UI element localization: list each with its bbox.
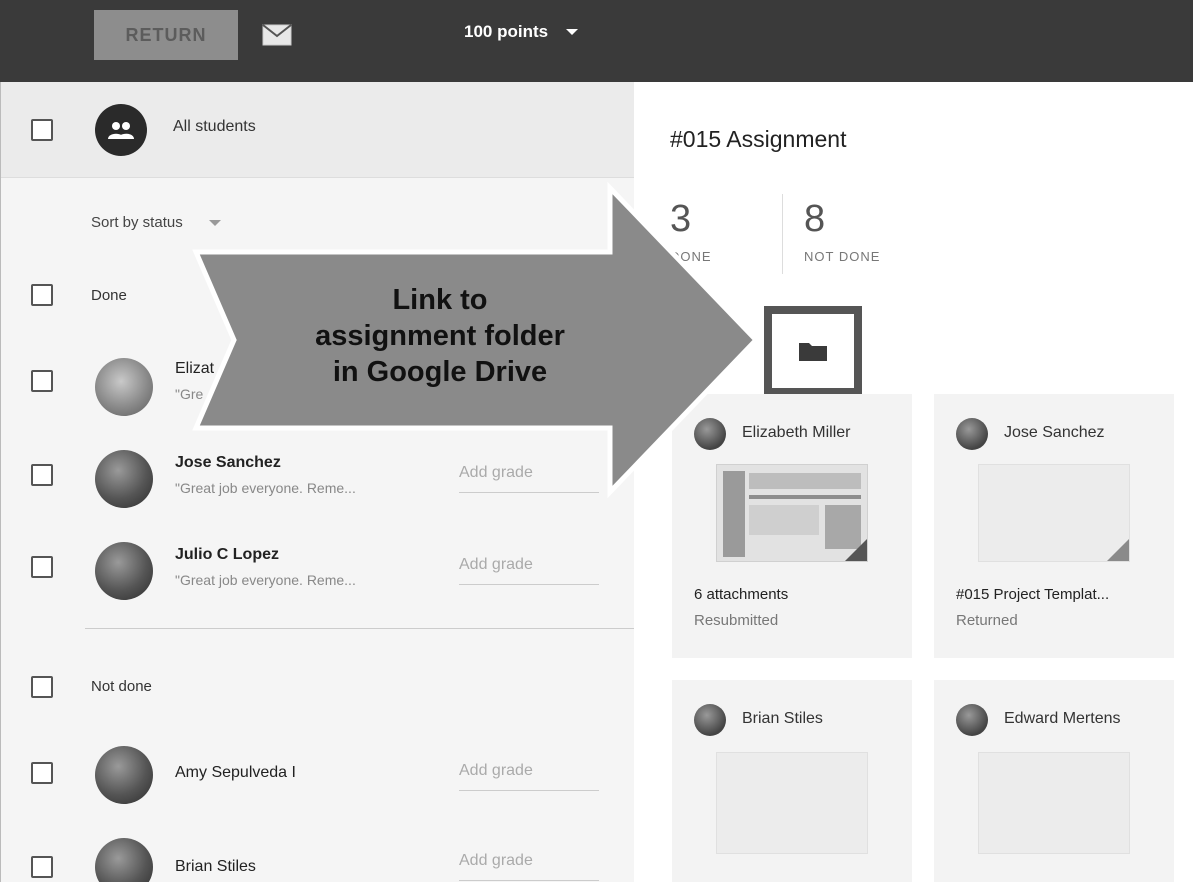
student-checkbox[interactable] xyxy=(31,762,53,784)
group-icon xyxy=(95,104,147,156)
callout-line: Link to xyxy=(392,284,488,316)
callout-line: in Google Drive xyxy=(332,356,548,388)
not-done-label: NOT DONE xyxy=(804,249,881,264)
submission-card[interactable]: Edward Mertens xyxy=(934,680,1174,882)
all-students-checkbox[interactable] xyxy=(31,119,53,141)
submission-card[interactable]: Brian Stiles xyxy=(672,680,912,882)
assignment-title: #015 Assignment xyxy=(670,126,847,152)
done-section-label: Done xyxy=(91,287,127,304)
callout-text: Link to assignment folder in Google Driv… xyxy=(250,282,630,390)
submission-detail: #015 Project Templat... xyxy=(956,586,1110,603)
doc-corner-icon xyxy=(845,539,867,561)
doc-corner-icon xyxy=(1107,539,1129,561)
grade-input[interactable]: Add grade xyxy=(459,852,599,881)
student-checkbox[interactable] xyxy=(31,370,53,392)
mail-icon[interactable] xyxy=(262,24,292,46)
student-comment: "Great job everyone. Reme... xyxy=(175,572,356,588)
avatar xyxy=(95,746,153,804)
student-name: Brian Stiles xyxy=(175,858,256,875)
avatar xyxy=(95,838,153,882)
submission-status: Returned xyxy=(956,612,1018,629)
not-done-section-label: Not done xyxy=(91,678,152,695)
submission-detail: 6 attachments xyxy=(694,586,789,603)
return-button[interactable]: RETURN xyxy=(94,10,238,60)
student-checkbox[interactable] xyxy=(31,556,53,578)
submission-student-name: Edward Mertens xyxy=(1004,710,1121,727)
stat-divider xyxy=(782,194,783,274)
submission-student-name: Jose Sanchez xyxy=(1004,424,1105,441)
done-section-checkbox[interactable] xyxy=(31,284,53,306)
submission-card[interactable]: Jose Sanchez #015 Project Templat... Ret… xyxy=(934,394,1174,658)
top-toolbar: RETURN 100 points xyxy=(0,0,1193,82)
not-done-stat[interactable]: 8 NOT DONE xyxy=(804,198,880,264)
avatar xyxy=(956,418,988,450)
section-divider xyxy=(85,628,635,629)
student-checkbox[interactable] xyxy=(31,856,53,878)
folder-icon xyxy=(799,343,827,361)
all-students-label: All students xyxy=(173,118,256,135)
submission-student-name: Brian Stiles xyxy=(742,710,823,727)
student-checkbox[interactable] xyxy=(31,464,53,486)
student-name: Amy Sepulveda I xyxy=(175,764,296,781)
student-name: Julio C Lopez xyxy=(175,546,279,563)
avatar xyxy=(694,704,726,736)
attachment-thumbnail[interactable] xyxy=(978,752,1130,854)
callout-line: assignment folder xyxy=(315,320,565,352)
not-done-count: 8 xyxy=(804,198,826,240)
all-students-row[interactable]: All students xyxy=(1,82,635,178)
not-done-section-checkbox[interactable] xyxy=(31,676,53,698)
grade-input[interactable]: Add grade xyxy=(459,762,599,791)
caret-down-icon xyxy=(566,29,579,35)
attachment-thumbnail[interactable] xyxy=(716,752,868,854)
points-dropdown[interactable]: 100 points xyxy=(464,22,579,42)
avatar xyxy=(95,542,153,600)
sort-label: Sort by status xyxy=(91,214,183,231)
drive-folder-link[interactable] xyxy=(764,306,862,396)
grade-input[interactable]: Add grade xyxy=(459,556,599,585)
avatar xyxy=(956,704,988,736)
avatar xyxy=(95,450,153,508)
attachment-thumbnail[interactable] xyxy=(978,464,1130,562)
submission-status: Resubmitted xyxy=(694,612,779,629)
avatar xyxy=(95,358,153,416)
points-label: 100 points xyxy=(464,22,549,41)
